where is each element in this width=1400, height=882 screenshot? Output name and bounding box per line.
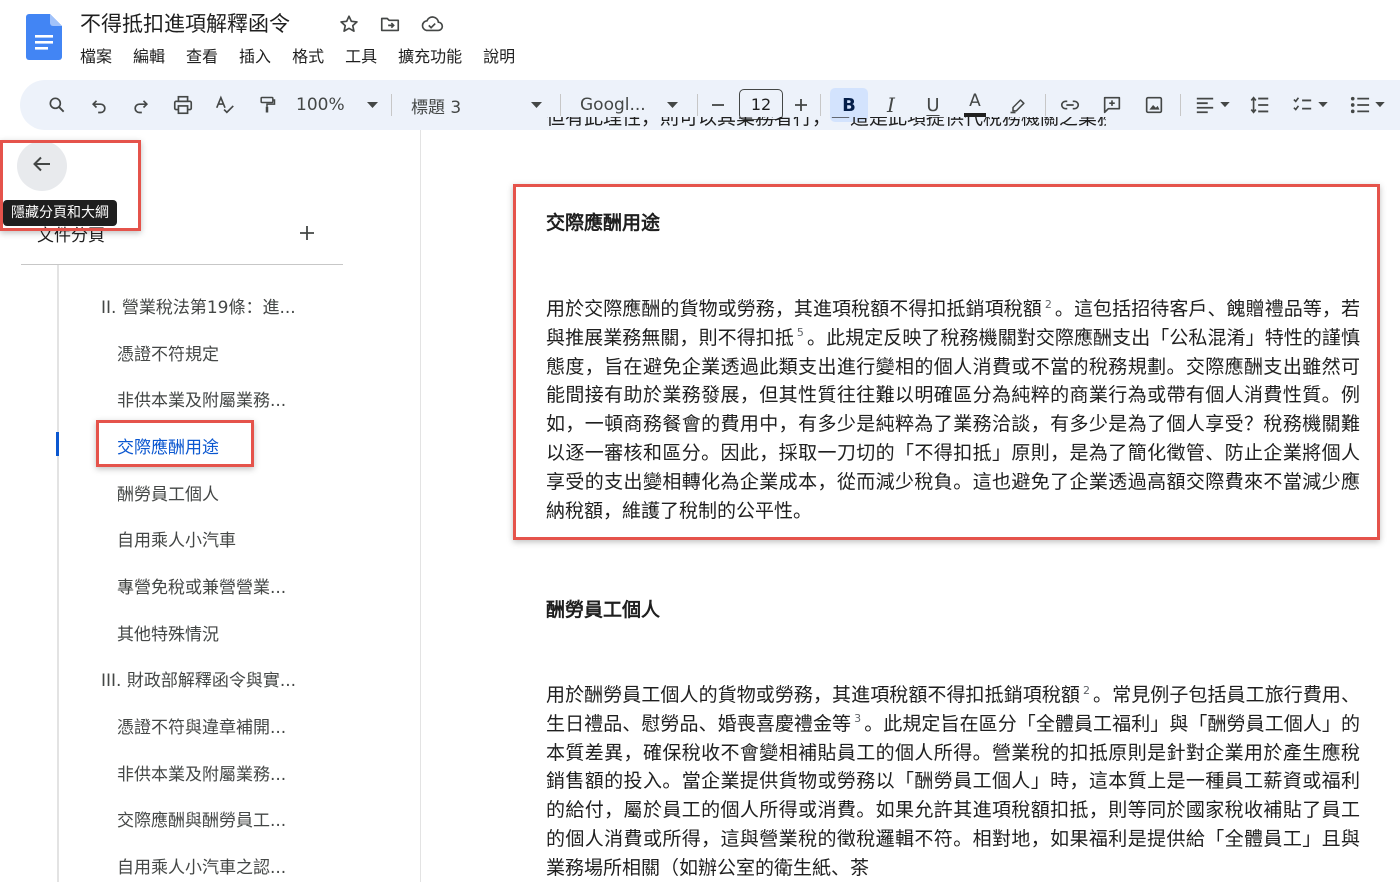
line-spacing-icon[interactable] [1246,80,1274,130]
outline-item[interactable]: 自用乘人小汽車之認... [117,853,286,878]
text-color-label: A [969,91,981,111]
print-icon[interactable] [170,80,196,130]
outline-item-active[interactable]: 交際應酬用途 [117,433,219,458]
outline-item[interactable]: 酬勞員工個人 [117,480,219,505]
cloud-saved-icon[interactable] [420,12,444,36]
section-heading[interactable]: 酬勞員工個人 [546,595,660,622]
font-size-input[interactable]: 12 [739,89,783,120]
menu-tools[interactable]: 工具 [345,43,377,67]
outline-item[interactable]: 憑證不符與違章補開... [117,713,286,738]
outline-item[interactable]: 非供本業及附屬業務... [117,760,286,785]
body-paragraph[interactable]: 用於酬勞員工個人的貨物或勞務，其進項稅額不得扣抵銷項稅額 2 。常見例子包括員工旅行… [546,681,1360,882]
style-value: 標題 3 [411,97,462,118]
outline-item[interactable]: III. 財政部解釋函令與實... [101,666,296,691]
chevron-down-icon [667,101,678,109]
menu-insert[interactable]: 插入 [239,43,271,67]
back-arrow-icon [30,152,54,180]
hide-tabs-outline-button[interactable] [17,141,67,191]
menu-edit[interactable]: 編輯 [133,43,165,67]
outline-item[interactable]: 交際應酬與酬勞員工... [117,806,286,831]
bulleted-list-icon[interactable] [1345,80,1389,130]
font-value: Googl... [580,95,646,115]
redo-icon[interactable] [128,80,154,130]
outline-item[interactable]: II. 營業稅法第19條：進... [101,293,296,318]
citation-superscript[interactable]: 3 [854,712,861,725]
move-folder-icon[interactable] [378,12,402,36]
star-icon[interactable] [337,12,361,36]
outline-item[interactable]: 自用乘人小汽車 [117,526,236,551]
checklist-icon[interactable] [1288,80,1332,130]
undo-icon[interactable] [86,80,112,130]
section-heading[interactable]: 交際應酬用途 [546,208,660,235]
chevron-down-icon [366,101,378,109]
search-icon[interactable] [44,80,70,130]
outline-item[interactable]: 其他特殊情況 [117,620,219,645]
menu-view[interactable]: 查看 [186,43,218,67]
tooltip: 隱藏分頁和大綱 [3,200,117,226]
chevron-down-icon [531,101,542,109]
document-title[interactable]: 不得抵扣進項解釋函令 [80,8,290,38]
citation-superscript[interactable]: 2 [1045,298,1052,311]
menu-help[interactable]: 說明 [483,43,515,67]
citation-superscript[interactable]: 5 [797,326,804,339]
zoom-value: 100% [296,95,345,115]
menu-bar: 檔案 編輯 查看 插入 格式 工具 擴充功能 說明 [80,43,536,67]
body-paragraph[interactable]: 用於交際應酬的貨物或勞務，其進項稅額不得扣抵銷項稅額 2 。這包括招待客戶、餽贈禮品… [546,295,1360,525]
menu-extensions[interactable]: 擴充功能 [398,43,462,67]
outline-item[interactable]: 專營免稅或兼營營業... [117,573,286,598]
outline-item[interactable]: 非供本業及附屬業務... [117,386,286,411]
menu-file[interactable]: 檔案 [80,43,112,67]
align-icon[interactable] [1190,80,1234,130]
spellcheck-icon[interactable] [212,80,238,130]
style-select[interactable]: 標題 3 [411,80,546,130]
outline-item[interactable]: 憑證不符規定 [117,340,219,365]
partial-text-line: 但有此理性，則可以其業務者行，一這是此項提供代稅務機關之業務外行有關之其他 [546,117,1106,129]
add-icon[interactable] [296,222,318,244]
docs-logo-icon[interactable] [26,14,62,60]
paint-format-icon[interactable] [254,80,280,130]
zoom-select[interactable]: 100% [296,80,386,130]
menu-format[interactable]: 格式 [292,43,324,67]
insert-image-icon[interactable] [1140,80,1168,130]
citation-superscript[interactable]: 2 [1083,684,1090,697]
